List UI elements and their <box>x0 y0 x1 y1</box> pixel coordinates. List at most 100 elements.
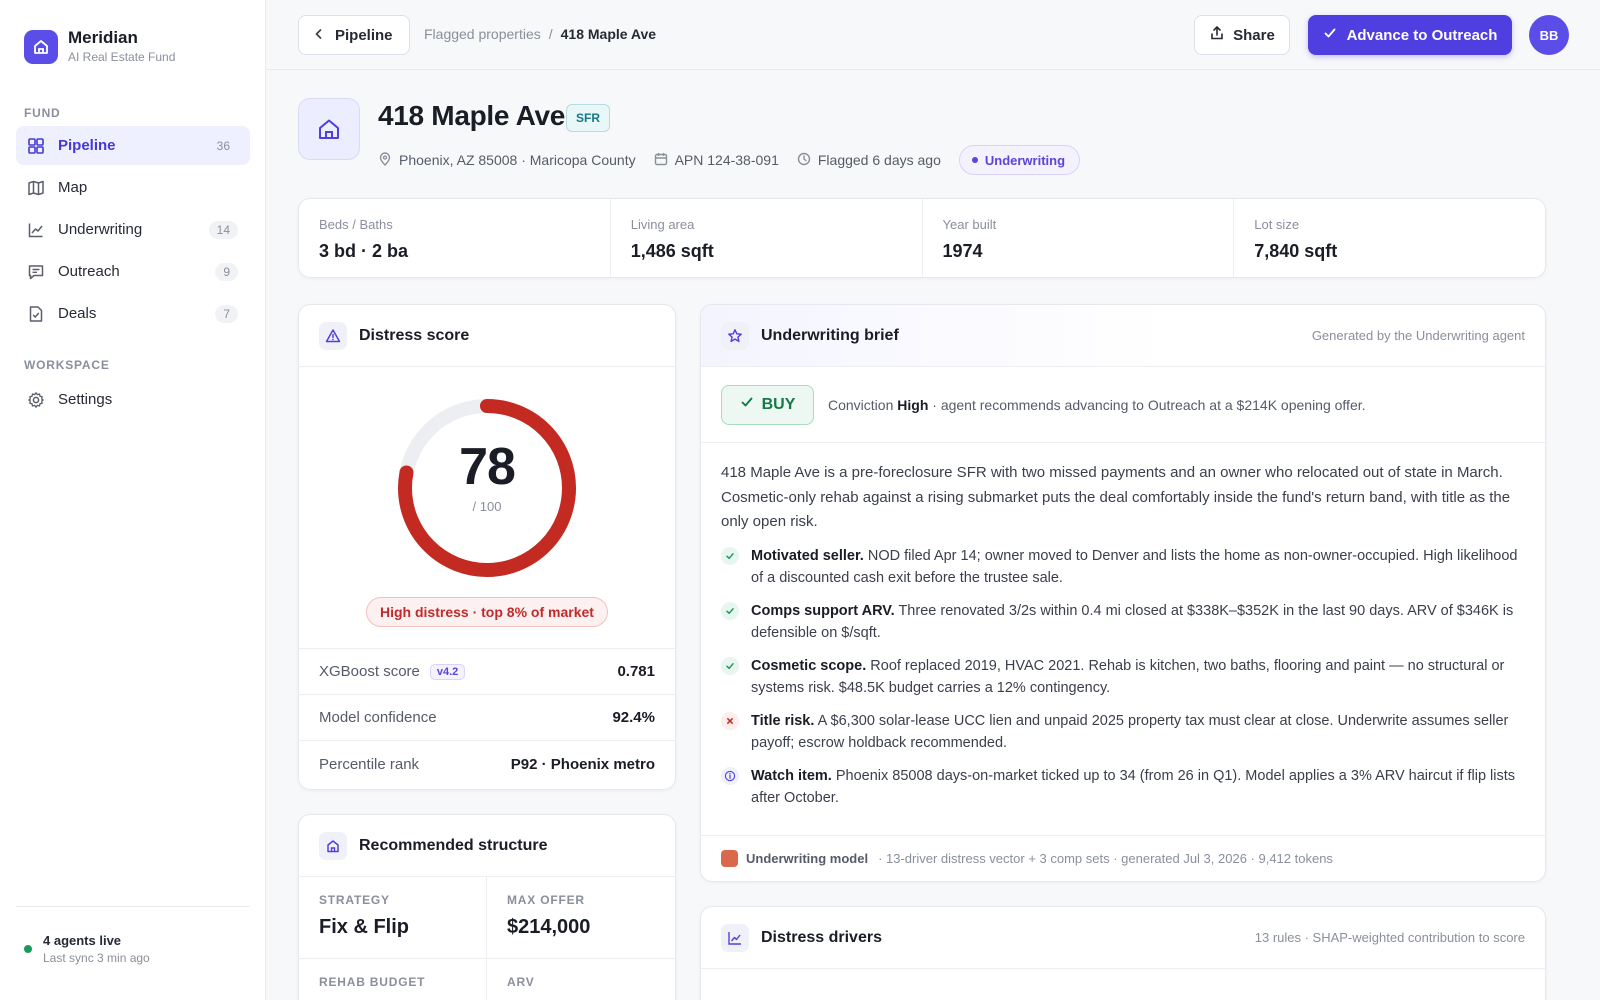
status-dot-icon <box>971 157 978 163</box>
distress-score-card: Distress score 78 / 100 High distress · … <box>298 304 676 790</box>
breadcrumb-separator: / <box>548 26 553 42</box>
brief-paragraph: 418 Maple Ave is a pre-foreclosure SFR w… <box>721 464 1511 530</box>
sg-label: STRATEGY <box>319 893 390 907</box>
model-name: Underwriting model <box>746 851 869 866</box>
bullet-head: Motivated seller. <box>751 547 864 564</box>
distress-score-value: 78 <box>459 438 516 496</box>
conviction-level: High <box>897 396 929 413</box>
agent-status: 4 agents live Last sync 3 min ago <box>16 906 250 965</box>
kv-label: Model confidence <box>319 709 437 726</box>
card-title: Distress drivers <box>761 928 882 946</box>
sidebar-item-label: Map <box>58 179 88 196</box>
check-icon <box>721 546 739 565</box>
property-type-badge: SFR <box>566 104 610 132</box>
section-label-workspace: WORKSPACE <box>24 358 110 372</box>
bullet-head: Title risk. <box>751 712 815 729</box>
grid-icon <box>26 136 46 156</box>
stat-beds-baths: Beds / Baths 3 bd · 2 ba <box>299 199 611 277</box>
structure-max-offer: MAX OFFER $214,000 <box>487 877 675 959</box>
count-badge: 9 <box>215 262 238 281</box>
sidebar-item-settings[interactable]: Settings <box>16 380 250 419</box>
card-title: Underwriting brief <box>761 326 899 344</box>
brief-footer: Underwriting model · 13-driver distress … <box>701 835 1545 881</box>
breadcrumb: Flagged properties / 418 Maple Ave <box>424 26 656 42</box>
count-badge: 14 <box>208 220 238 239</box>
breadcrumb-parent[interactable]: Flagged properties <box>424 26 541 42</box>
sg-value: $214,000 <box>507 916 591 938</box>
x-icon <box>721 711 739 730</box>
conviction-prefix: Conviction <box>828 396 898 413</box>
back-button[interactable]: Pipeline <box>298 15 410 55</box>
share-icon <box>1209 25 1233 45</box>
sidebar-item-deals[interactable]: Deals 7 <box>16 294 250 333</box>
sidebar-item-label: Deals <box>58 305 97 322</box>
kv-value: 0.781 <box>617 663 655 680</box>
avatar[interactable]: BB <box>1529 15 1569 55</box>
star-icon <box>721 321 749 350</box>
status-label: Underwriting <box>984 152 1066 168</box>
kv-label: Percentile rank <box>319 755 420 773</box>
sidebar-item-map[interactable]: Map <box>16 168 250 207</box>
advance-label: Advance to Outreach <box>1346 26 1498 44</box>
property-meta: Phoenix, AZ 85008 · Maricopa County APN … <box>378 145 1081 175</box>
sidebar: Meridian AI Real Estate Fund FUND Pipeli… <box>0 0 266 1000</box>
map-icon <box>26 178 46 198</box>
brief-bullet: Watch item. Phoenix 85008 days-on-market… <box>721 765 1525 809</box>
sg-label: MAX OFFER <box>507 893 585 907</box>
card-title: Recommended structure <box>359 836 548 854</box>
page-title: 418 Maple Ave <box>378 100 566 131</box>
brief-bullet: Title risk. A $6,300 solar-lease UCC lie… <box>721 710 1525 754</box>
recommendation-row: BUY Conviction High · agent recommends a… <box>701 367 1545 443</box>
stat-label: Living area <box>630 217 695 232</box>
brand[interactable]: Meridian AI Real Estate Fund <box>24 28 175 65</box>
back-label: Pipeline <box>335 26 393 44</box>
flagged-label: Flagged 6 days ago <box>817 152 941 168</box>
clock-icon <box>797 152 818 169</box>
chart-line-icon <box>26 220 46 240</box>
count-badge: 36 <box>216 138 230 153</box>
xgboost-row: XGBoost score v4.2 0.781 <box>299 649 675 695</box>
document-check-icon <box>26 304 46 324</box>
kv-value: 92.4% <box>612 709 655 726</box>
check-icon <box>1323 26 1347 44</box>
message-icon <box>26 262 46 282</box>
sidebar-item-pipeline[interactable]: Pipeline 36 <box>16 126 250 165</box>
live-dot-icon <box>24 945 32 953</box>
status-badge: Underwriting <box>958 145 1081 175</box>
share-label: Share <box>1233 26 1275 44</box>
advance-to-outreach-button[interactable]: Advance to Outreach <box>1308 15 1512 55</box>
location-label: Phoenix, AZ 85008 · Maricopa County <box>399 152 636 168</box>
sidebar-item-outreach[interactable]: Outreach 9 <box>16 252 250 291</box>
sidebar-item-label: Outreach <box>58 263 120 280</box>
section-label-fund: FUND <box>24 106 61 120</box>
check-icon <box>721 656 739 675</box>
confidence-row: Model confidence 92.4% <box>299 695 675 741</box>
distress-drivers-card: Distress drivers 13 rules · SHAP-weighte… <box>700 906 1546 1000</box>
stat-year-built: Year built 1974 <box>923 199 1235 277</box>
sg-value: Fix & Flip <box>319 916 409 938</box>
bullet-text: Phoenix 85008 days-on-market ticked up t… <box>751 767 1516 806</box>
distress-level-badge: High distress · top 8% of market <box>366 597 608 627</box>
stat-value: 3 bd · 2 ba <box>319 241 409 261</box>
stat-label: Beds / Baths <box>319 217 393 232</box>
percentile-row: Percentile rank P92 · Phoenix metro <box>299 741 675 787</box>
last-sync-label: Last sync 3 min ago <box>43 951 150 965</box>
kv-value: P92 · Phoenix metro <box>510 755 655 773</box>
structure-arv: ARV <box>487 959 675 1000</box>
agents-live-label: 4 agents live <box>43 933 122 948</box>
apn-label: APN 124-38-091 <box>674 152 779 168</box>
model-logo-icon <box>721 850 738 867</box>
property-stats: Beds / Baths 3 bd · 2 ba Living area 1,4… <box>298 198 1546 278</box>
share-button[interactable]: Share <box>1194 15 1290 55</box>
gear-icon <box>26 390 46 410</box>
version-badge: v4.2 <box>429 663 466 680</box>
bullet-text: NOD filed Apr 14; owner moved to Denver … <box>751 547 1518 586</box>
sidebar-item-underwriting[interactable]: Underwriting 14 <box>16 210 250 249</box>
info-icon <box>721 766 739 785</box>
stat-value: 1,486 sqft <box>630 241 714 261</box>
stat-value: 7,840 sqft <box>1254 241 1338 261</box>
check-icon <box>721 601 739 620</box>
count-badge: 7 <box>215 304 238 323</box>
structure-rehab-budget: REHAB BUDGET <box>299 959 487 1000</box>
brief-generated-by: Generated by the Underwriting agent <box>1311 328 1525 343</box>
